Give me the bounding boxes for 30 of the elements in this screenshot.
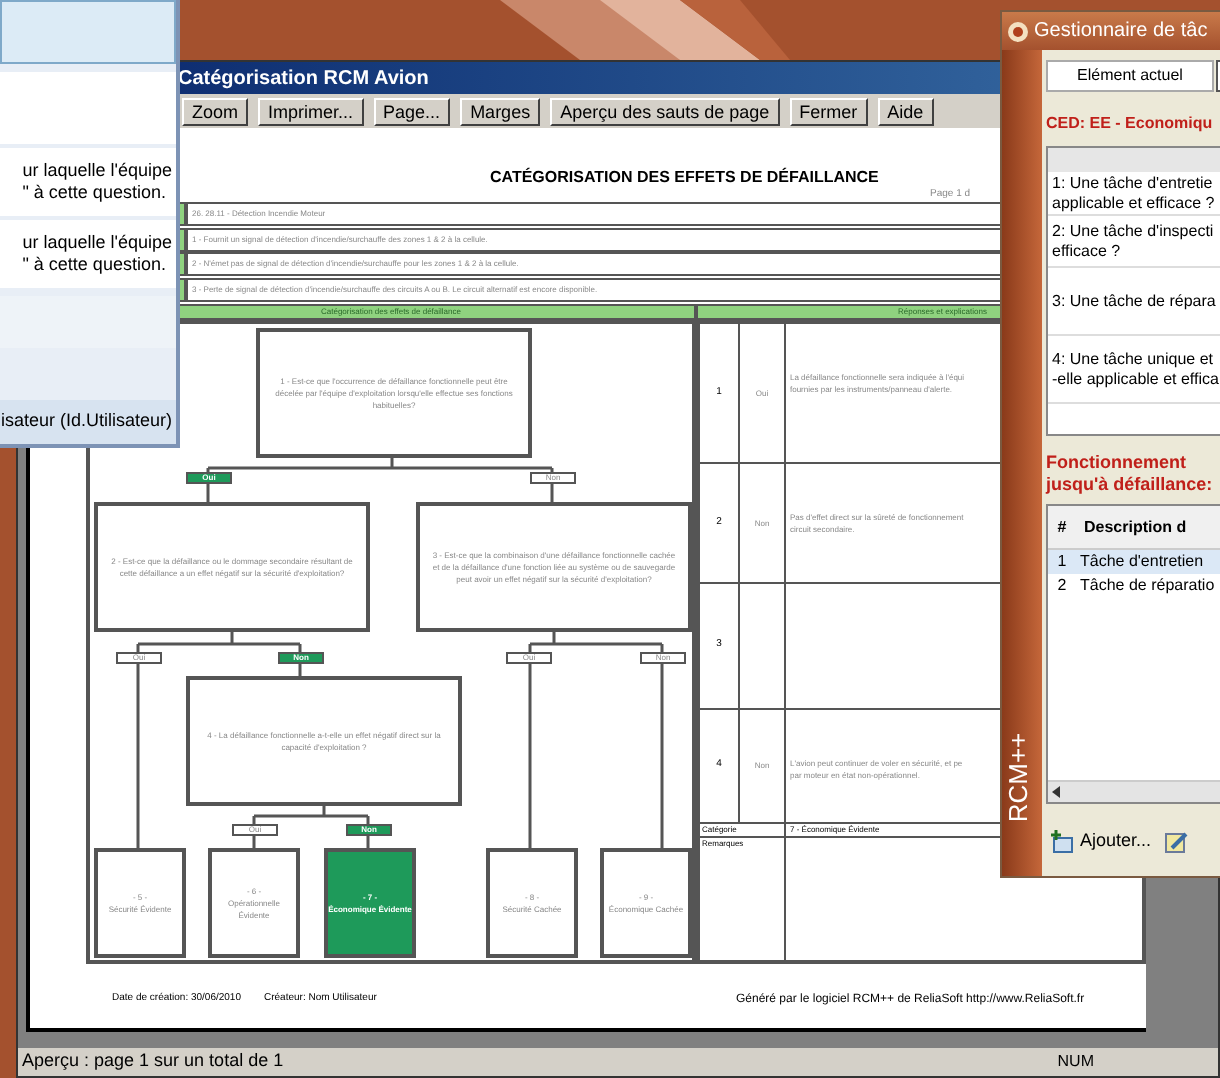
toolbar-button[interactable]: Marges	[460, 97, 541, 125]
add-button[interactable]: Ajouter...	[1046, 824, 1156, 859]
toolbar-button[interactable]: Fermer	[789, 97, 868, 125]
edit-icon[interactable]	[1163, 829, 1188, 854]
current-element-label: Elément actuel	[1046, 60, 1214, 92]
report-title: CATÉGORISATION DES EFFETS DE DÉFAILLANCE	[490, 166, 879, 190]
scroll-left-icon[interactable]	[1048, 784, 1064, 800]
toolbar-button[interactable]: Aperçu des sauts de page	[550, 97, 780, 125]
category-label: CED: EE - Economiqu	[1046, 112, 1215, 136]
column-header: Description d	[1082, 515, 1187, 539]
status-text: Aperçu : page 1 sur un total de 1	[22, 1048, 284, 1075]
horizontal-scrollbar[interactable]	[1048, 780, 1220, 802]
toolbar-button[interactable]: Zoom	[182, 97, 249, 125]
status-text: isateur (Id.Utilisateur)	[0, 408, 172, 435]
app-icon	[1008, 21, 1028, 41]
toolbar-button[interactable]: Aide	[877, 97, 934, 125]
question-text: ur laquelle l'équipe " à cette question.	[22, 160, 172, 204]
toolbar-button[interactable]: Page...	[373, 97, 451, 125]
add-icon	[1050, 829, 1074, 854]
toolbar-button[interactable]: Imprimer...	[258, 97, 364, 125]
brand-label: RCM++	[1001, 731, 1036, 822]
column-header: #	[1055, 515, 1069, 539]
question-text: ur laquelle l'équipe " à cette question.	[22, 232, 172, 276]
run-to-failure-label: Fonctionnement jusqu'à défaillance:	[1046, 452, 1215, 496]
task-row[interactable]: 1 Tâche d'entretien	[1048, 550, 1220, 574]
num-lock-indicator: NUM	[1057, 1050, 1094, 1074]
question-text: 1: Une tâche d'entretie applicable et efficace ?	[1048, 172, 1220, 216]
question-text: 4: Une tâche unique et -elle applicable et effica	[1048, 336, 1220, 404]
window-title: Gestionnaire de tâc	[1034, 18, 1208, 46]
window-title: Catégorisation RCM Avion	[178, 65, 429, 93]
